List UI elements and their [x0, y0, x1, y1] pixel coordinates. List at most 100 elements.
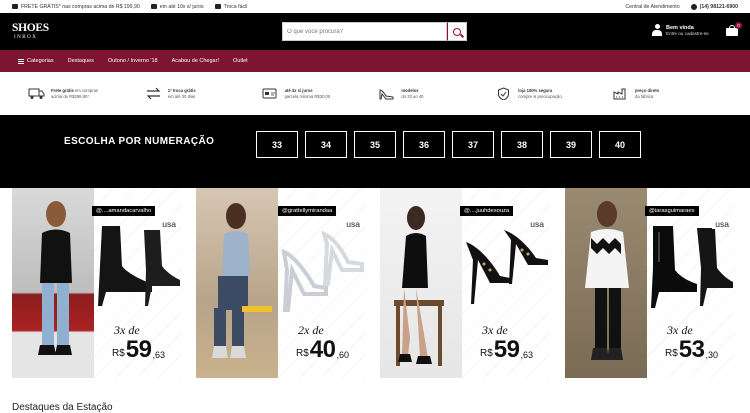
- nav-item-acabou-de-chegar[interactable]: Acabou de Chegar!: [172, 58, 219, 64]
- user-icon: [652, 24, 662, 36]
- top-info-bar: FRETE GRÁTIS* nas compras acima de R$ 19…: [0, 0, 750, 13]
- nav-item-outono-inverno[interactable]: Outono / Inverno '18: [108, 58, 158, 64]
- factory-icon: [613, 88, 626, 100]
- price-cents: ,60: [336, 350, 350, 360]
- benefit-free-shipping: Frete grátis em compras acima de R$299,90…: [28, 87, 138, 100]
- size-34-button[interactable]: 34: [305, 131, 347, 158]
- product-banner-1[interactable]: @....amandacarvalho usa 3x de R$ 59 ,63: [12, 188, 182, 378]
- price-cents: ,63: [152, 350, 166, 360]
- exchange-icon: [146, 87, 161, 100]
- cart-button[interactable]: 0: [726, 22, 742, 36]
- benefit-line2: acima de R$299,90*: [51, 93, 89, 99]
- ankle-boot-image: [98, 226, 180, 306]
- size-36-button[interactable]: 36: [403, 131, 445, 158]
- usa-tag: usa: [343, 219, 363, 229]
- product-banner-3[interactable]: @....juuhdesouza usa 3x de R$ 59 ,63: [380, 188, 550, 378]
- benefit-line2: da fábrica: [634, 93, 654, 99]
- section-title: Destaques da Estação: [12, 402, 113, 413]
- exchange-notice: Troca fácil: [214, 3, 248, 10]
- nav-item-categorias[interactable]: Categorias: [18, 58, 54, 64]
- benefit-title: loja 100% segura: [518, 87, 553, 93]
- benefit-line2: em até 30 dias: [167, 93, 196, 99]
- logo-sub-text: INBOX: [14, 34, 38, 40]
- logo[interactable]: SHOES INBOX: [12, 23, 49, 40]
- model-photo: [380, 188, 462, 378]
- price-integer: 59: [125, 336, 152, 363]
- instagram-handle: @....amandacarvalho: [92, 206, 156, 216]
- support-link[interactable]: Central de Atendimento: [625, 4, 679, 10]
- size-39-button[interactable]: 39: [550, 131, 592, 158]
- exchange-icon: [214, 4, 221, 9]
- size-40-button[interactable]: 40: [599, 131, 641, 158]
- installment-price: R$ 40 ,60: [296, 338, 349, 362]
- cart-count-badge: 0: [735, 22, 742, 29]
- benefit-title: preço direto: [634, 87, 660, 93]
- truck-icon: [28, 88, 45, 99]
- price-integer: 40: [309, 336, 336, 363]
- installment-price: R$ 59 ,63: [112, 338, 165, 362]
- benefits-bar: Frete grátis em compras acima de R$299,90…: [0, 72, 750, 115]
- card-icon: [150, 4, 157, 9]
- product-banner-2[interactable]: @grattellymirandaa usa 2x de R$ 40 ,60: [196, 188, 366, 378]
- benefit-first-exchange: 1ª troca grátis em até 30 dias: [145, 87, 255, 100]
- model-photo: [196, 188, 278, 378]
- menu-icon: [18, 58, 24, 64]
- benefit-line2: parcela mínima R$30,00: [284, 93, 331, 99]
- nav-item-destaques[interactable]: Destaques: [68, 58, 94, 64]
- installment-price: R$ 53 ,30: [665, 338, 718, 362]
- site-header: SHOES INBOX Bem vinda Entre ou cadastre-…: [0, 13, 750, 50]
- studded-pump-image: [466, 230, 548, 304]
- currency: R$: [296, 348, 309, 359]
- model-figure: [212, 203, 272, 358]
- usa-tag: usa: [527, 219, 547, 229]
- whatsapp-link[interactable]: (14) 98121-6900: [690, 3, 738, 10]
- patent-boot-image: [651, 226, 733, 308]
- nav-item-outlet[interactable]: Outlet: [233, 58, 248, 64]
- card-icon: [262, 88, 277, 99]
- size-38-button[interactable]: 38: [501, 131, 543, 158]
- product-banner-4[interactable]: @iarasguimaraes usa 3x de R$ 53 ,30: [565, 188, 735, 378]
- benefit-title: modelos: [401, 87, 419, 93]
- search-icon: [453, 27, 461, 36]
- size-picker-title: ESCOLHA POR NUMERAÇÃO: [64, 136, 215, 147]
- size-picker: ESCOLHA POR NUMERAÇÃO 33 34 35 36 37 38 …: [0, 115, 750, 188]
- instagram-handle: @iarasguimaraes: [645, 206, 699, 216]
- product-banners: @....amandacarvalho usa 3x de R$ 59 ,63: [0, 188, 750, 380]
- benefit-sizes: modelos do 33 ao 40: [378, 87, 488, 100]
- whatsapp-icon: [690, 3, 697, 10]
- shield-icon: [498, 87, 510, 100]
- logo-main-text: SHOES: [12, 22, 49, 35]
- account-link[interactable]: Bem vinda Entre ou cadastre-se: [652, 24, 709, 36]
- benefit-line1: em compras: [73, 87, 99, 93]
- nav-item-label: Categorias: [27, 58, 54, 64]
- model-figure: [585, 201, 629, 360]
- instagram-handle: @grattellymirandaa: [278, 206, 337, 216]
- heel-icon: [379, 89, 394, 100]
- bag-icon: [726, 28, 738, 36]
- price-cents: ,30: [705, 350, 719, 360]
- installments-notice: em até 10x s/ juros: [150, 3, 204, 10]
- model-figure: [38, 201, 72, 355]
- price-integer: 53: [678, 336, 705, 363]
- usa-tag: usa: [712, 219, 732, 229]
- search-button[interactable]: [447, 22, 467, 41]
- size-35-button[interactable]: 35: [354, 131, 396, 158]
- benefit-installments: até 3x s/ juros parcela mínima R$30,00: [262, 87, 372, 100]
- size-37-button[interactable]: 37: [452, 131, 494, 158]
- model-photo: [565, 188, 647, 378]
- free-shipping-text: FRETE GRÁTIS* nas compras acima de R$ 19…: [21, 3, 140, 10]
- model-photo: [12, 188, 94, 378]
- benefit-title: 1ª troca grátis: [167, 87, 196, 93]
- truck-icon: [12, 4, 18, 9]
- size-33-button[interactable]: 33: [256, 131, 298, 158]
- exchange-text: Troca fácil: [223, 3, 248, 10]
- currency: R$: [480, 348, 493, 359]
- benefit-line2: do 33 ao 40: [401, 93, 424, 99]
- benefit-line2: compre si preocupação: [518, 93, 562, 99]
- benefit-title: Frete grátis: [51, 87, 74, 93]
- whatsapp-number: (14) 98121-6900: [699, 3, 738, 10]
- search-input[interactable]: [282, 22, 447, 41]
- currency: R$: [112, 348, 125, 359]
- price-cents: ,63: [520, 350, 534, 360]
- installments-text: em até 10x s/ juros: [159, 3, 204, 10]
